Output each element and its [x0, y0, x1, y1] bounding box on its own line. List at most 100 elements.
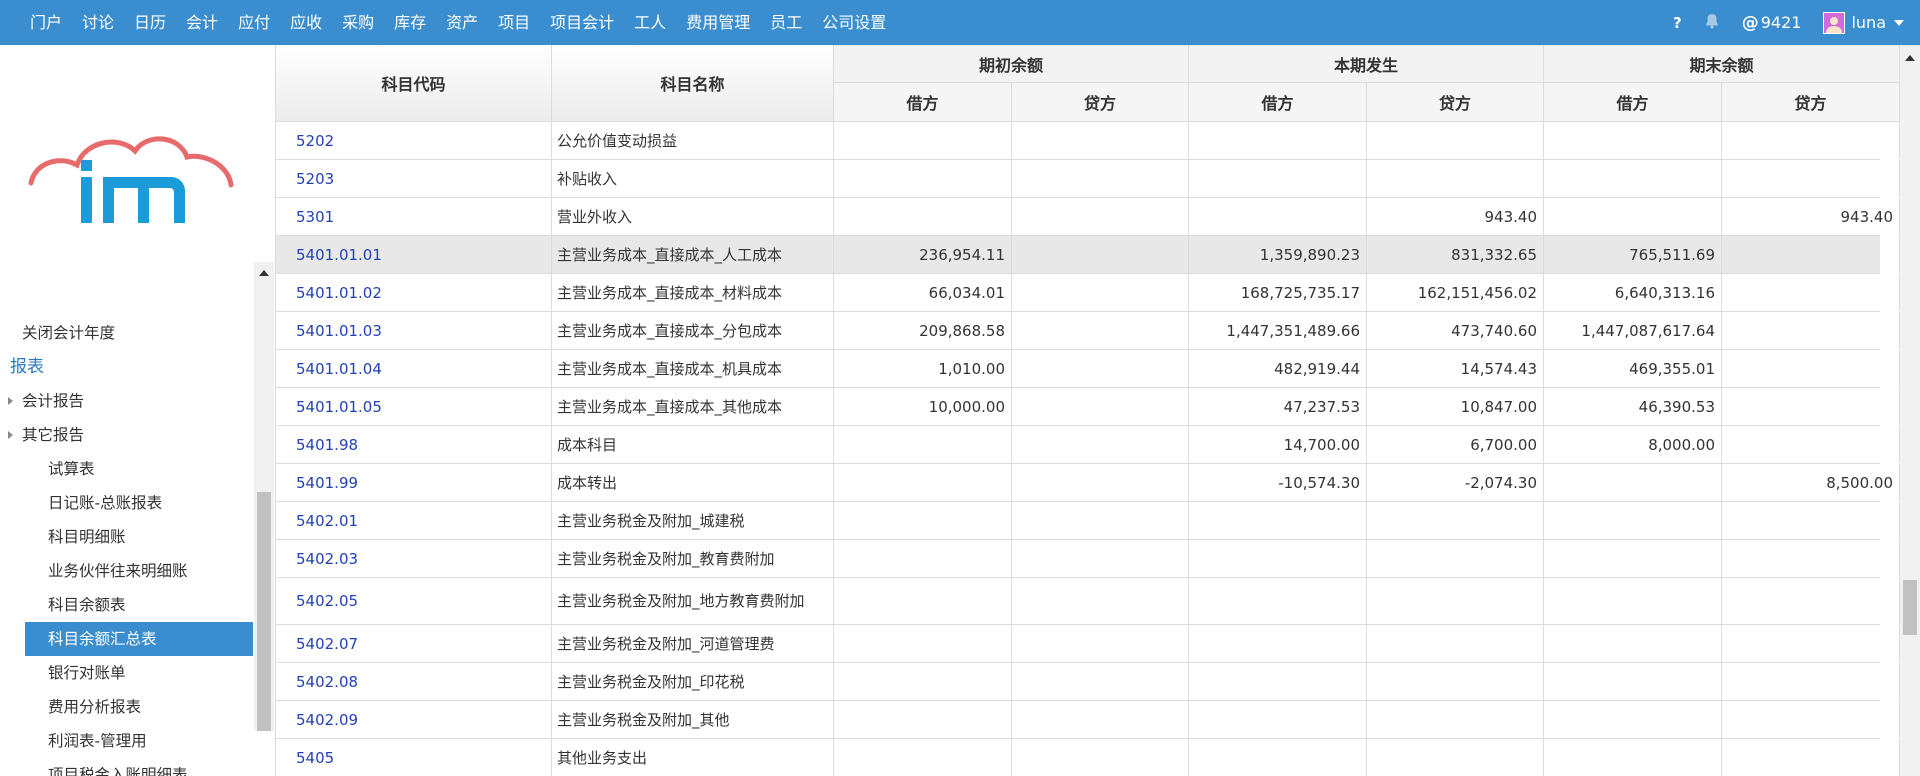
- cell-pd: 1,447,351,489.66: [1189, 312, 1367, 349]
- nav-item-11[interactable]: 工人: [624, 0, 676, 45]
- sidebar-item-label: 科目余额表: [48, 596, 126, 614]
- table-row[interactable]: 5402.09 主营业务税金及附加_其他: [276, 701, 1900, 739]
- cell-code[interactable]: 5401.01.01: [276, 236, 552, 273]
- table-row[interactable]: 5401.01.04 主营业务成本_直接成本_机具成本 1,010.00 482,91…: [276, 350, 1900, 388]
- cell-code[interactable]: 5401.01.05: [276, 388, 552, 425]
- cell-code[interactable]: 5401.98: [276, 426, 552, 463]
- table-row[interactable]: 5402.05 主营业务税金及附加_地方教育费附加: [276, 578, 1900, 625]
- cell-code[interactable]: 5402.07: [276, 625, 552, 662]
- nav-item-10[interactable]: 项目会计: [540, 0, 624, 45]
- sidebar-report-6[interactable]: 银行对账单: [0, 656, 255, 690]
- nav-item-2[interactable]: 日历: [124, 0, 176, 45]
- table-row[interactable]: 5402.01 主营业务税金及附加_城建税: [276, 502, 1900, 540]
- sidebar-report-7[interactable]: 费用分析报表: [0, 690, 255, 724]
- cell-code[interactable]: 5402.08: [276, 663, 552, 700]
- nav-item-8[interactable]: 资产: [436, 0, 488, 45]
- cell-pd: [1189, 160, 1367, 197]
- table-row[interactable]: 5405 其他业务支出: [276, 739, 1900, 776]
- cell-code[interactable]: 5401.01.02: [276, 274, 552, 311]
- cell-code[interactable]: 5301: [276, 198, 552, 235]
- nav-item-14[interactable]: 公司设置: [812, 0, 896, 45]
- nav-item-6[interactable]: 采购: [332, 0, 384, 45]
- cell-cd: [1544, 160, 1722, 197]
- sidebar-report-5[interactable]: 科目余额汇总表: [25, 622, 253, 656]
- cell-code[interactable]: 5402.09: [276, 701, 552, 738]
- cell-code[interactable]: 5402.01: [276, 502, 552, 539]
- sidebar-section-reports[interactable]: 报表: [0, 350, 255, 384]
- scroll-thumb[interactable]: [257, 492, 271, 731]
- cell-cc: [1722, 426, 1900, 463]
- table-row[interactable]: 5402.08 主营业务税金及附加_印花税: [276, 663, 1900, 701]
- sidebar-group-0[interactable]: 会计报告: [0, 384, 255, 418]
- header-opening-debit[interactable]: 借方: [834, 83, 1012, 122]
- cell-od: [834, 578, 1012, 624]
- table-row[interactable]: 5301 营业外收入 943.40 943.40: [276, 198, 1900, 236]
- sidebar-report-9[interactable]: 项目税金入账明细表: [0, 758, 255, 776]
- table-row[interactable]: 5401.99 成本转出 -10,574.30 -2,074.30 8,500.00: [276, 464, 1900, 502]
- table-row[interactable]: 5402.07 主营业务税金及附加_河道管理费: [276, 625, 1900, 663]
- nav-item-12[interactable]: 费用管理: [676, 0, 760, 45]
- cell-code[interactable]: 5402.03: [276, 540, 552, 577]
- table-row[interactable]: 5402.03 主营业务税金及附加_教育费附加: [276, 540, 1900, 578]
- cell-code[interactable]: 5401.01.03: [276, 312, 552, 349]
- nav-item-9[interactable]: 项目: [488, 0, 540, 45]
- cell-oc: [1012, 502, 1189, 539]
- cell-code[interactable]: 5401.01.04: [276, 350, 552, 387]
- cell-cd: [1544, 122, 1722, 159]
- header-closing-debit[interactable]: 借方: [1544, 83, 1722, 122]
- cell-pc: [1367, 663, 1544, 700]
- cell-name: 主营业务税金及附加_印花税: [552, 663, 834, 700]
- table-row[interactable]: 5203 补贴收入: [276, 160, 1900, 198]
- header-period-debit[interactable]: 借方: [1189, 83, 1367, 122]
- help-button[interactable]: ?: [1673, 14, 1682, 32]
- cell-code[interactable]: 5402.05: [276, 578, 552, 624]
- cell-oc: [1012, 663, 1189, 700]
- notification-button[interactable]: [1704, 13, 1720, 33]
- nav-item-5[interactable]: 应收: [280, 0, 332, 45]
- cell-code[interactable]: 5401.99: [276, 464, 552, 501]
- table-row[interactable]: 5401.01.01 主营业务成本_直接成本_人工成本 236,954.11 1,35…: [276, 236, 1900, 274]
- sidebar-item-close-year[interactable]: 关闭会计年度: [0, 316, 255, 350]
- cell-code[interactable]: 5202: [276, 122, 552, 159]
- sidebar-report-0[interactable]: 试算表: [0, 452, 255, 486]
- at-icon: @: [1741, 12, 1759, 33]
- nav-item-3[interactable]: 会计: [176, 0, 228, 45]
- sidebar-report-3[interactable]: 业务伙伴往来明细账: [0, 554, 255, 588]
- caret-right-icon: [8, 431, 13, 439]
- cell-name: 公允价值变动损益: [552, 122, 834, 159]
- sidebar-report-1[interactable]: 日记账-总账报表: [0, 486, 255, 520]
- sidebar-report-4[interactable]: 科目余额表: [0, 588, 255, 622]
- table-row[interactable]: 5202 公允价值变动损益: [276, 122, 1900, 160]
- scroll-up-arrow-icon[interactable]: [259, 270, 269, 276]
- header-opening-credit[interactable]: 贷方: [1012, 83, 1189, 122]
- header-name[interactable]: 科目名称: [552, 45, 834, 122]
- table-row[interactable]: 5401.98 成本科目 14,700.00 6,700.00 8,000.00: [276, 426, 1900, 464]
- nav-item-13[interactable]: 员工: [760, 0, 812, 45]
- user-menu[interactable]: luna: [1823, 11, 1904, 34]
- nav-item-7[interactable]: 库存: [384, 0, 436, 45]
- mentions-button[interactable]: @ 9421: [1742, 13, 1802, 33]
- nav-item-0[interactable]: 门户: [20, 0, 72, 45]
- table-row[interactable]: 5401.01.03 主营业务成本_直接成本_分包成本 209,868.58 1,44…: [276, 312, 1900, 350]
- sidebar-report-8[interactable]: 利润表-管理用: [0, 724, 255, 758]
- scroll-up-arrow-icon[interactable]: [1905, 55, 1915, 61]
- cell-cd: [1544, 540, 1722, 577]
- nav-item-1[interactable]: 讨论: [72, 0, 124, 45]
- table-row[interactable]: 5401.01.05 主营业务成本_直接成本_其他成本 10,000.00 47,23…: [276, 388, 1900, 426]
- header-closing-credit[interactable]: 贷方: [1722, 83, 1900, 122]
- sidebar-report-2[interactable]: 科目明细账: [0, 520, 255, 554]
- cell-oc: [1012, 464, 1189, 501]
- cell-code[interactable]: 5203: [276, 160, 552, 197]
- header-period-credit[interactable]: 贷方: [1367, 83, 1544, 122]
- cell-pd: 168,725,735.17: [1189, 274, 1367, 311]
- scroll-thumb[interactable]: [1903, 580, 1917, 635]
- sidebar-group-1[interactable]: 其它报告: [0, 418, 255, 452]
- cell-code[interactable]: 5405: [276, 739, 552, 776]
- table-scrollbar[interactable]: [1900, 45, 1920, 776]
- cell-cd: [1544, 502, 1722, 539]
- cell-cc: [1722, 578, 1900, 624]
- header-code[interactable]: 科目代码: [276, 45, 552, 122]
- table-row[interactable]: 5401.01.02 主营业务成本_直接成本_材料成本 66,034.01 168,7…: [276, 274, 1900, 312]
- nav-item-4[interactable]: 应付: [228, 0, 280, 45]
- sidebar-scrollbar[interactable]: [254, 262, 274, 731]
